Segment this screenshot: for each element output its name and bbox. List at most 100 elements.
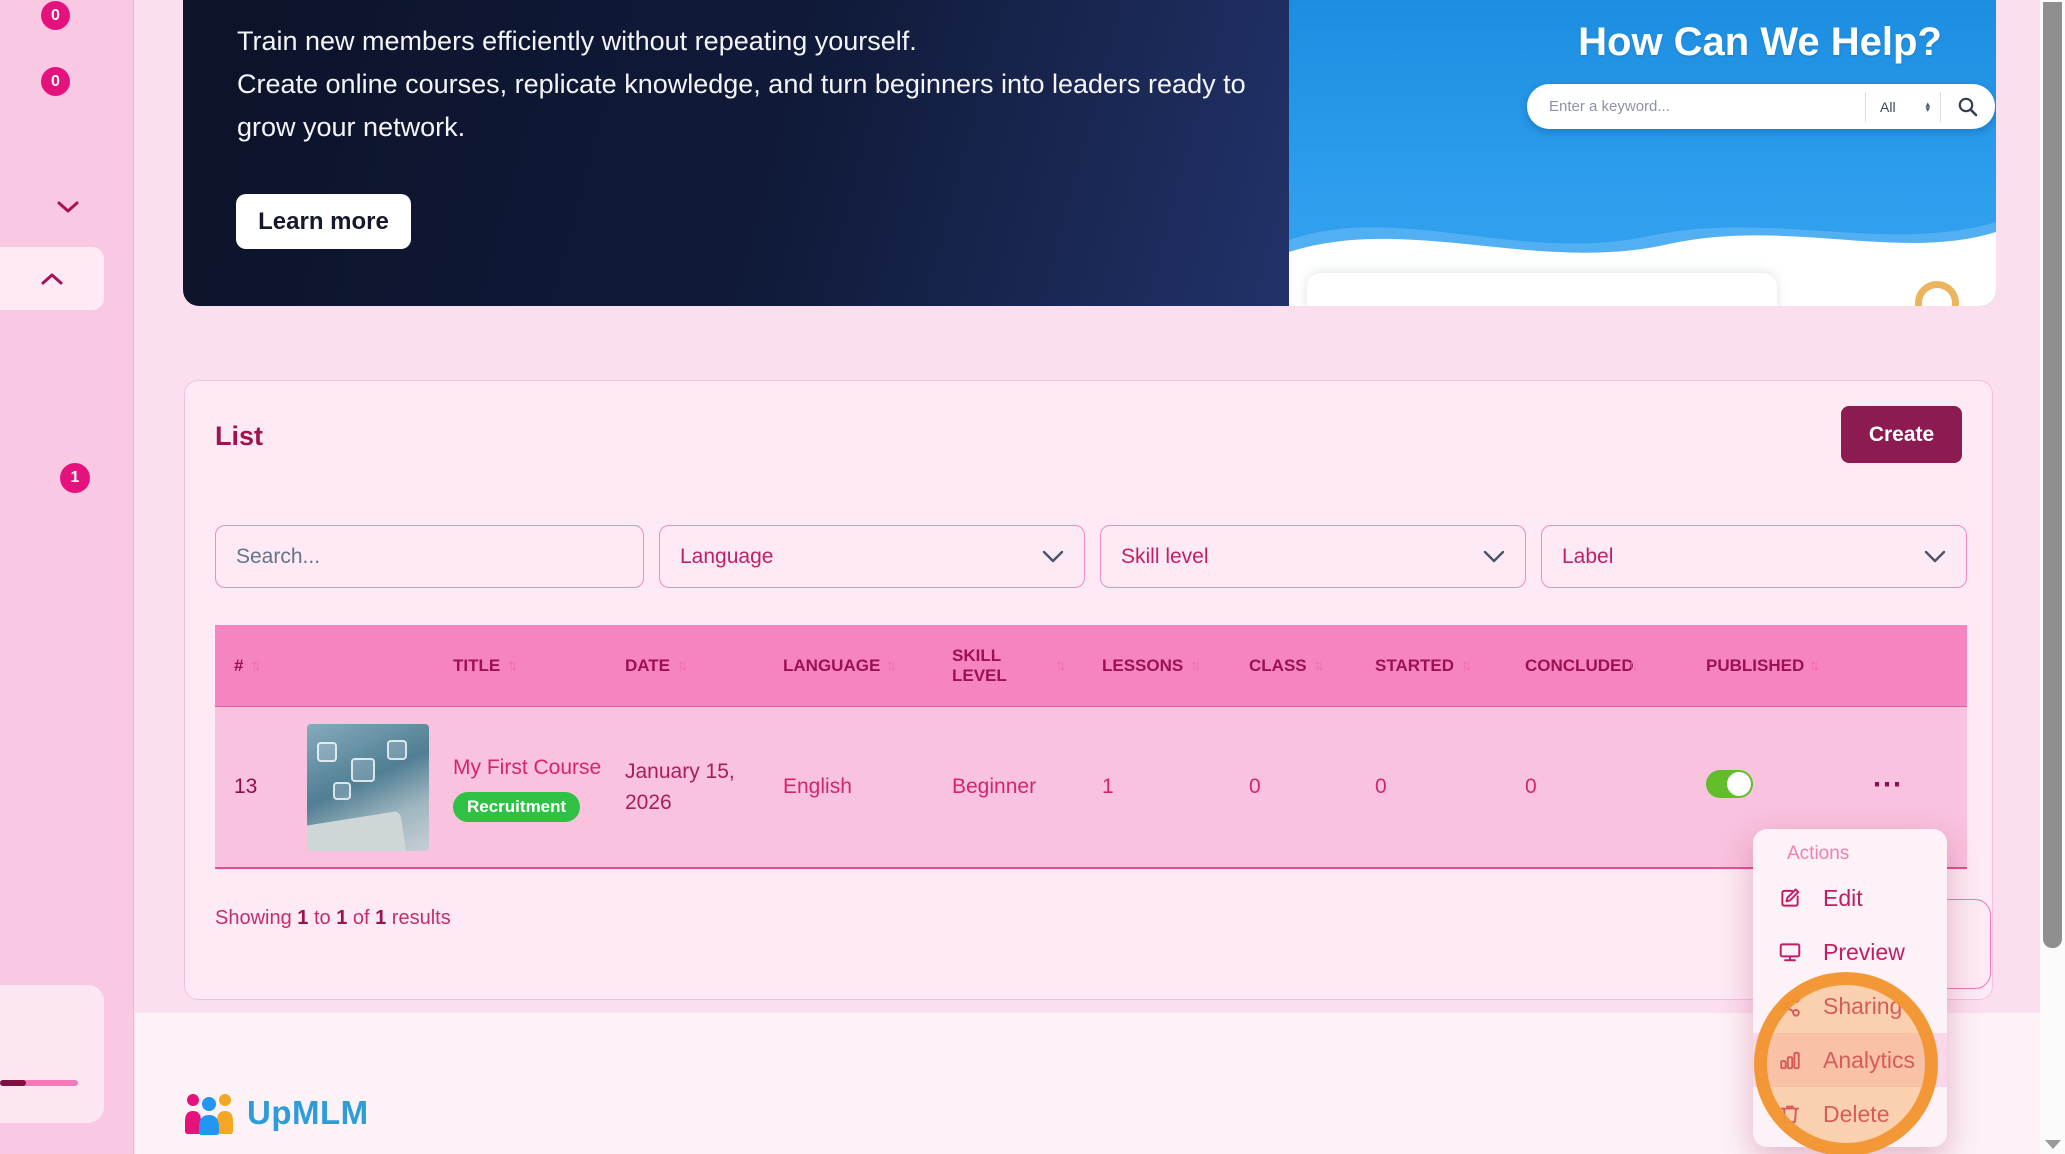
course-concluded-count: 0: [1525, 775, 1537, 798]
sort-icon: ↑↓: [1313, 657, 1325, 674]
sort-icon: ↑↓: [1055, 657, 1066, 674]
page-title: List: [215, 421, 264, 451]
help-category-value: All: [1880, 98, 1896, 115]
hero-line-3: grow your network.: [237, 112, 466, 142]
table-header-row: # ↑↓ TITLE ↑↓ DATE ↑↓ LANGUAGE ↑↓ SKILL LEVE…: [215, 625, 1967, 707]
course-id-cell: 13: [215, 723, 453, 851]
help-category-select[interactable]: All ▴ ▾: [1866, 99, 1940, 115]
menu-item-label: Preview: [1823, 938, 1905, 965]
menu-item-sharing[interactable]: Sharing: [1753, 979, 1947, 1033]
courses-table: # ↑↓ TITLE ↑↓ DATE ↑↓ LANGUAGE ↑↓ SKILL LEVE…: [215, 625, 1967, 869]
published-toggle[interactable]: [1706, 770, 1753, 798]
column-header-id[interactable]: # ↑↓: [215, 656, 453, 676]
course-lessons-count: 1: [1102, 775, 1114, 798]
filters-row: Language Skill level Label: [215, 525, 1967, 588]
help-widget-title: How Can We Help?: [1578, 20, 1942, 64]
help-article-card: [1307, 273, 1777, 306]
sidebar-item-collapsed[interactable]: [56, 200, 80, 219]
analytics-icon: [1778, 1048, 1802, 1072]
menu-item-preview[interactable]: Preview: [1753, 925, 1947, 979]
menu-item-label: Delete: [1823, 1100, 1890, 1127]
course-class-count: 0: [1249, 775, 1261, 798]
chevron-down-icon: [1483, 550, 1505, 563]
course-title-cell: My First Course Recruitment: [453, 752, 625, 822]
skill-level-filter-select[interactable]: Skill level: [1100, 525, 1526, 588]
table-row: 13 My First Course Recruitment January 1…: [215, 707, 1967, 869]
menu-item-label: Sharing: [1823, 992, 1903, 1019]
sort-icon: ↑↓: [507, 657, 518, 674]
search-icon: [1958, 97, 1978, 116]
label-filter-select[interactable]: Label: [1541, 525, 1967, 588]
create-button[interactable]: Create: [1841, 406, 1962, 463]
sort-icon: ↑↓: [250, 657, 261, 674]
course-date: January 15, 2026: [625, 760, 735, 814]
column-header-language[interactable]: LANGUAGE ↑↓: [783, 656, 952, 676]
sidebar-notification-badge: 0: [41, 67, 70, 96]
scrollbar-down-arrow[interactable]: [2045, 1140, 2061, 1149]
menu-item-label: Edit: [1823, 884, 1863, 911]
chevron-down-icon: [57, 201, 79, 213]
search-input[interactable]: [236, 544, 623, 569]
column-header-title[interactable]: TITLE ↑↓: [453, 656, 625, 676]
chevron-up-icon: [41, 273, 63, 284]
sort-icon: ↑↓: [1809, 657, 1820, 674]
select-arrows-icon: ▴ ▾: [1925, 98, 1930, 114]
actions-menu: Actions Edit Preview Sharing Analytics D…: [1753, 829, 1947, 1147]
column-header-started[interactable]: STARTED ↑↓: [1375, 656, 1525, 676]
column-header-skill-level[interactable]: SKILL LEVEL ↑↓: [952, 646, 1102, 686]
course-thumbnail: [307, 723, 430, 851]
people-logo-icon: [185, 1094, 233, 1135]
sidebar-bottom-panel: [0, 985, 104, 1123]
help-keyword-input[interactable]: [1527, 98, 1865, 115]
brand-logo[interactable]: UpMLM: [183, 1091, 369, 1135]
hero-banner-copy: Train new members efficiently without re…: [237, 20, 1246, 149]
courses-list-card: List Create Language Skill level Label #…: [184, 380, 1993, 1000]
sidebar-notification-badge: 1: [60, 463, 90, 493]
label-filter-label: Label: [1562, 544, 1614, 568]
column-header-date[interactable]: DATE ↑↓: [625, 656, 783, 676]
sidebar-item-expanded[interactable]: [0, 247, 104, 310]
chevron-down-icon: [1042, 550, 1064, 563]
menu-item-label: Analytics: [1823, 1046, 1916, 1073]
row-actions-button[interactable]: ⋯: [1872, 769, 1903, 799]
course-id: 13: [234, 775, 258, 798]
course-language: English: [783, 775, 852, 798]
sidebar-notification-badge: 0: [41, 1, 70, 30]
course-started-count: 0: [1375, 775, 1387, 798]
help-search-button[interactable]: [1941, 96, 1995, 118]
column-header-class[interactable]: CLASS ↑↓: [1249, 656, 1375, 676]
sort-icon: ↑↓: [1628, 657, 1639, 674]
sort-icon: ↑↓: [677, 657, 688, 674]
sort-icon: ↑↓: [1190, 657, 1201, 674]
learn-more-button[interactable]: Learn more: [236, 194, 411, 249]
sort-icon: ↑↓: [886, 657, 897, 674]
vertical-scrollbar[interactable]: [2040, 0, 2065, 1154]
course-title-link[interactable]: My First Course: [453, 752, 625, 783]
menu-item-analytics[interactable]: Analytics: [1753, 1033, 1947, 1087]
sharing-icon: [1778, 994, 1802, 1018]
preview-icon: [1778, 940, 1802, 964]
skill-level-filter-label: Skill level: [1121, 544, 1209, 568]
hero-banner: Train new members efficiently without re…: [183, 0, 1996, 306]
column-header-lessons[interactable]: LESSONS ↑↓: [1102, 656, 1249, 676]
hero-banner-text-panel: Train new members efficiently without re…: [183, 0, 1289, 306]
results-summary: Showing 1 to 1 of 1 results: [215, 907, 451, 929]
sort-icon: ↑↓: [1461, 657, 1472, 674]
language-filter-select[interactable]: Language: [659, 525, 1085, 588]
help-widget-preview: How Can We Help? All ▴▾: [1289, 0, 1996, 306]
menu-item-delete[interactable]: Delete: [1753, 1087, 1947, 1141]
menu-item-edit[interactable]: Edit: [1753, 871, 1947, 925]
scrollbar-thumb[interactable]: [2043, 2, 2062, 948]
progress-bar: [0, 1080, 78, 1086]
language-filter-label: Language: [680, 544, 774, 568]
course-skill-level: Beginner: [952, 775, 1037, 798]
delete-icon: [1778, 1102, 1802, 1126]
column-header-published[interactable]: PUBLISHED ↑↓: [1706, 656, 1872, 676]
actions-menu-header: Actions: [1787, 843, 1850, 864]
column-header-concluded[interactable]: CONCLUDED ↑↓: [1525, 656, 1706, 676]
brand-name: UpMLM: [247, 1094, 369, 1131]
hero-line-1: Train new members efficiently without re…: [237, 26, 917, 56]
help-search-bar: All ▴▾: [1527, 84, 1995, 129]
course-label-badge: Recruitment: [453, 792, 581, 822]
edit-icon: [1778, 886, 1802, 910]
